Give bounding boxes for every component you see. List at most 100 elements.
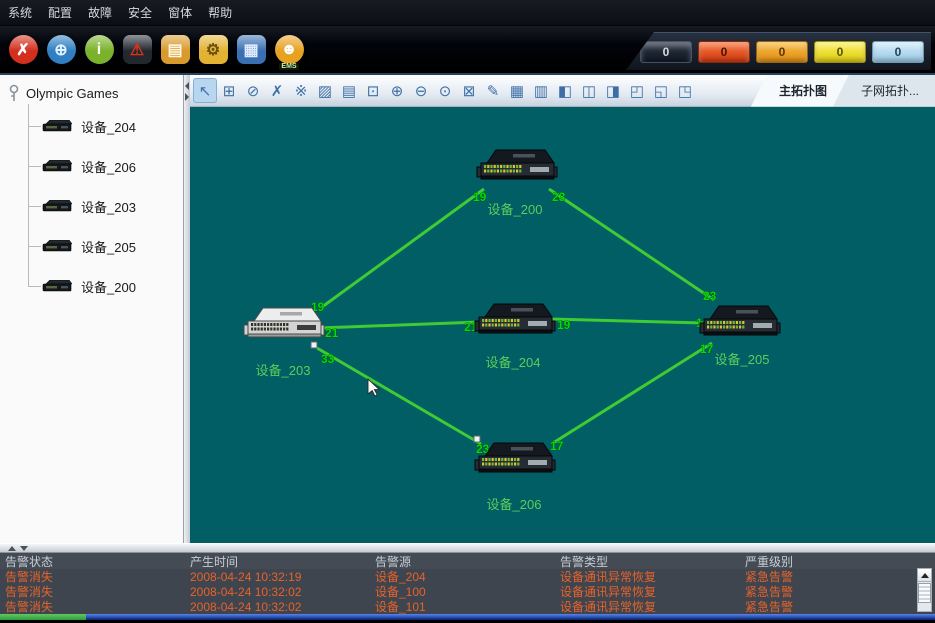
alarm-counter[interactable]: 0 <box>640 41 692 63</box>
alarm-table-body: 告警消失 2008-04-24 10:32:19 设备_204 设备通讯异常恢复… <box>0 569 935 614</box>
topology-link-dev-200-dev-203[interactable] <box>322 189 484 307</box>
alarm-counter[interactable]: 0 <box>698 41 750 63</box>
topology-node-dev-205[interactable] <box>700 306 780 335</box>
topology-link-dev-200-dev-205[interactable] <box>549 189 714 300</box>
align-center-tool[interactable]: ◫ <box>577 78 601 103</box>
fault-panel-button[interactable]: ⚠ <box>118 29 156 71</box>
align-right-tool[interactable]: ◨ <box>601 78 625 103</box>
topology-node-dev-203[interactable] <box>244 308 324 337</box>
distribute-horizontal-tool[interactable]: ◰ <box>625 78 649 103</box>
tree-root-olympic-games[interactable]: Olympic Games <box>0 75 183 102</box>
alarm-column-header[interactable]: 产生时间 <box>185 553 370 570</box>
node-label: 设备_203 <box>256 363 311 378</box>
toolbar-button-icon: ✗ <box>9 35 38 64</box>
topology-node-dev-200[interactable] <box>477 150 557 179</box>
sidebar-splitter[interactable] <box>183 75 190 543</box>
topology-node-dev-204[interactable] <box>475 304 555 333</box>
topology-link-dev-203-dev-204[interactable] <box>320 322 479 328</box>
security-tools-button[interactable]: ⚙ <box>194 29 232 71</box>
save-tool[interactable]: ▦ <box>505 78 529 103</box>
align-left-tool[interactable]: ◧ <box>553 78 577 103</box>
alarm-source-cell: 设备_101 <box>370 598 555 614</box>
topology-svg: 191923232121191933231717设备_200设备_203设备_2… <box>190 107 935 543</box>
menu-item[interactable]: 故障 <box>80 4 120 21</box>
device-label: 设备_204 <box>81 117 136 136</box>
topology-link-dev-203-dev-206[interactable] <box>317 348 481 444</box>
splitter-collapse-right-icon[interactable] <box>185 93 189 101</box>
toolbar-button-icon: ⊕ <box>47 35 76 64</box>
tree-item-device[interactable]: 设备_206 <box>0 146 183 186</box>
zoom-in-tool[interactable]: ⊕ <box>385 78 409 103</box>
alarm-counter[interactable]: 0 <box>872 41 924 63</box>
cancel-select-tool[interactable]: ⊘ <box>241 78 265 103</box>
device-label: 设备_203 <box>81 197 136 216</box>
fit-view-tool[interactable]: ⊠ <box>457 78 481 103</box>
link-edit-tool[interactable]: ✎ <box>481 78 505 103</box>
toolbar-buttons: ✗ ⊕ i ⚠ ▤ ⚙ ▦ <box>0 29 308 71</box>
link-handle[interactable] <box>311 342 317 348</box>
device-label: 设备_206 <box>81 157 136 176</box>
device-icon <box>42 240 72 253</box>
tree-item-device[interactable]: 设备_204 <box>0 106 183 146</box>
device-icon <box>42 280 72 293</box>
image-tool[interactable]: ▨ <box>313 78 337 103</box>
port-label: 19 <box>557 318 571 332</box>
menu-item[interactable]: 安全 <box>120 4 160 21</box>
toolbar-button-icon: ☻ <box>275 35 304 64</box>
main-toolbar: ✗ ⊕ i ⚠ ▤ ⚙ ▦ <box>0 26 935 75</box>
topology-canvas[interactable]: 191923232121191933231717设备_200设备_203设备_2… <box>190 107 935 543</box>
zoom-out-tool[interactable]: ⊖ <box>409 78 433 103</box>
scrollbar-thumb[interactable] <box>918 583 931 603</box>
alarm-scrollbar[interactable] <box>917 568 932 612</box>
device-icon <box>42 200 72 213</box>
tab-main-topology[interactable]: 主拓扑图 <box>751 75 843 107</box>
save-table-tool[interactable]: ▥ <box>529 78 553 103</box>
info-button[interactable]: i <box>80 29 118 71</box>
distribute-vertical-tool[interactable]: ◱ <box>649 78 673 103</box>
topology-link-dev-204-dev-205[interactable] <box>551 319 704 323</box>
exit-button[interactable]: ✗ <box>4 29 42 71</box>
tree-item-device[interactable]: 设备_200 <box>0 266 183 306</box>
table-splitter[interactable] <box>0 543 935 553</box>
alarm-row[interactable]: 告警消失 2008-04-24 10:32:02 设备_100 设备通讯异常恢复… <box>0 584 935 599</box>
menu-item[interactable]: 系统 <box>0 4 40 21</box>
menu-item[interactable]: 配置 <box>40 4 80 21</box>
toolbar-button-icon: ▦ <box>237 35 266 64</box>
delete-tool[interactable]: ✗ <box>265 78 289 103</box>
splitter-collapse-left-icon[interactable] <box>185 82 189 90</box>
topology-toolbar: ↖⊞⊘✗※▨▤⊡⊕⊖⊙⊠✎▦▥◧◫◨◰◱◳ 主拓扑图子网拓扑... <box>190 75 935 107</box>
same-size-tool[interactable]: ◳ <box>673 78 697 103</box>
alarm-log-button[interactable]: ▤ <box>156 29 194 71</box>
tab-subnet-topology[interactable]: 子网拓扑... <box>833 75 935 107</box>
alarm-table-header: 告警状态产生时间告警源告警类型严重级别 <box>0 553 935 569</box>
device-icon <box>42 120 72 133</box>
alarm-status-cell: 告警消失 <box>0 598 185 614</box>
marquee-select-tool[interactable]: ⊞ <box>217 78 241 103</box>
panel-tool[interactable]: ▤ <box>337 78 361 103</box>
toolbar-button-icon: ⚙ <box>199 35 228 64</box>
zoom-actual-tool[interactable]: ⊙ <box>433 78 457 103</box>
scrollbar-up-button[interactable] <box>918 569 931 582</box>
topology-link-dev-205-dev-206[interactable] <box>553 343 712 443</box>
topology-content: ↖⊞⊘✗※▨▤⊡⊕⊖⊙⊠✎▦▥◧◫◨◰◱◳ 主拓扑图子网拓扑... 191923… <box>190 75 935 543</box>
alarm-row[interactable]: 告警消失 2008-04-24 10:32:02 设备_101 设备通讯异常恢复… <box>0 599 935 614</box>
tree-root-icon <box>8 84 20 102</box>
zoom-area-tool[interactable]: ⊡ <box>361 78 385 103</box>
select-tool[interactable]: ↖ <box>193 78 217 103</box>
ems-user-button[interactable]: ☻ EMS <box>270 29 308 71</box>
alarm-counter[interactable]: 0 <box>756 41 808 63</box>
layout-tool[interactable]: ※ <box>289 78 313 103</box>
splitter-collapse-down-icon[interactable] <box>20 546 28 551</box>
port-label: 33 <box>321 352 335 366</box>
menu-item[interactable]: 帮助 <box>200 4 240 21</box>
menu-item[interactable]: 窗体 <box>160 4 200 21</box>
alarm-counter[interactable]: 0 <box>814 41 866 63</box>
node-label: 设备_204 <box>486 355 541 370</box>
tree-item-device[interactable]: 设备_205 <box>0 226 183 266</box>
tree-item-device[interactable]: 设备_203 <box>0 186 183 226</box>
alarm-row[interactable]: 告警消失 2008-04-24 10:32:19 设备_204 设备通讯异常恢复… <box>0 569 935 584</box>
window-manager-button[interactable]: ▦ <box>232 29 270 71</box>
splitter-expand-up-icon[interactable] <box>8 546 16 551</box>
toolbar-button-icon: ▤ <box>161 35 190 64</box>
topology-map-button[interactable]: ⊕ <box>42 29 80 71</box>
